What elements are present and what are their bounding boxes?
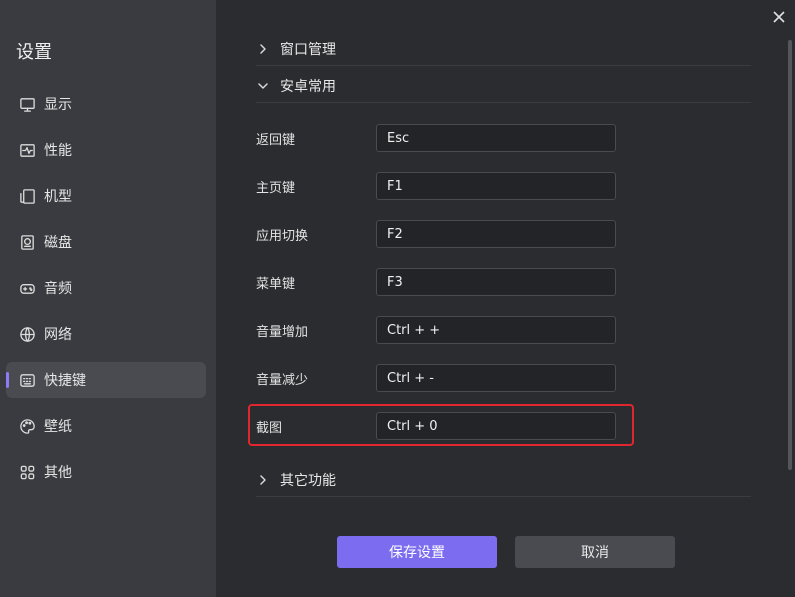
- sidebar-item-label: 网络: [44, 327, 72, 343]
- device-icon: [18, 187, 36, 205]
- shortcut-label: 返回键: [256, 133, 296, 148]
- activity-icon: [18, 141, 36, 159]
- shortcut-input-home[interactable]: [376, 172, 616, 200]
- close-icon: [773, 11, 785, 23]
- palette-icon: [18, 417, 36, 435]
- shortcut-label: 音量减少: [256, 373, 309, 388]
- sidebar-item-other[interactable]: 其他: [6, 454, 206, 490]
- section-title: 窗口管理: [280, 41, 336, 58]
- shortcut-input-volume-up[interactable]: [376, 316, 616, 344]
- shortcut-row-back: 返回键: [256, 124, 636, 152]
- section-other-features[interactable]: 其它功能: [256, 463, 751, 497]
- sidebar-item-label: 显示: [44, 97, 72, 113]
- shortcut-label: 菜单键: [256, 277, 296, 292]
- shortcut-input-menu[interactable]: [376, 268, 616, 296]
- shortcut-row-app-switch: 应用切换: [256, 220, 636, 248]
- scrollbar[interactable]: [788, 40, 792, 470]
- sidebar-item-wallpaper[interactable]: 壁纸: [6, 408, 206, 444]
- section-title: 其它功能: [280, 472, 336, 489]
- sidebar-item-network[interactable]: 网络: [6, 316, 206, 352]
- sidebar-item-disk[interactable]: 磁盘: [6, 224, 206, 260]
- shortcut-input-back[interactable]: [376, 124, 616, 152]
- sidebar-item-label: 性能: [44, 143, 72, 159]
- cancel-button[interactable]: 取消: [515, 536, 675, 568]
- globe-icon: [18, 325, 36, 343]
- save-button[interactable]: 保存设置: [337, 536, 497, 568]
- shortcut-row-volume-down: 音量减少: [256, 364, 636, 392]
- section-android-common[interactable]: 安卓常用: [256, 69, 751, 103]
- sidebar-item-label: 磁盘: [44, 235, 72, 251]
- sidebar-item-label: 机型: [44, 189, 72, 205]
- sidebar-title: 设置: [16, 42, 52, 63]
- sidebar-item-display[interactable]: 显示: [6, 86, 206, 122]
- monitor-icon: [18, 95, 36, 113]
- sidebar-item-label: 其他: [44, 465, 72, 481]
- sidebar-item-shortcuts[interactable]: 快捷键: [6, 362, 206, 398]
- close-button[interactable]: [770, 8, 788, 26]
- shortcut-label: 主页键: [256, 181, 296, 196]
- shortcut-input-volume-down[interactable]: [376, 364, 616, 392]
- disk-icon: [18, 233, 36, 251]
- sidebar-nav: 显示 性能 机型 磁盘 音频 网络 快捷键 壁纸 其他: [6, 86, 206, 500]
- sidebar: 设置 显示 性能 机型 磁盘 音频 网络 快捷键 壁纸 其他: [0, 0, 216, 597]
- shortcut-input-app-switch[interactable]: [376, 220, 616, 248]
- sidebar-item-model[interactable]: 机型: [6, 178, 206, 214]
- chevron-right-icon: [256, 42, 270, 56]
- shortcut-row-menu: 菜单键: [256, 268, 636, 296]
- sidebar-item-label: 音频: [44, 281, 72, 297]
- shortcut-label: 音量增加: [256, 325, 309, 340]
- chevron-right-icon: [256, 473, 270, 487]
- chevron-down-icon: [256, 79, 270, 93]
- shortcut-label: 截图: [256, 421, 283, 436]
- section-window-management[interactable]: 窗口管理: [256, 32, 751, 66]
- shortcut-input-screenshot[interactable]: [376, 412, 616, 440]
- keyboard-icon: [18, 371, 36, 389]
- shortcut-row-screenshot: 截图: [256, 412, 636, 440]
- shortcut-row-volume-up: 音量增加: [256, 316, 636, 344]
- section-title: 安卓常用: [280, 78, 336, 95]
- shortcut-label: 应用切换: [256, 229, 309, 244]
- sidebar-item-audio[interactable]: 音频: [6, 270, 206, 306]
- sidebar-item-label: 壁纸: [44, 419, 72, 435]
- sidebar-item-label: 快捷键: [44, 373, 86, 389]
- sidebar-item-performance[interactable]: 性能: [6, 132, 206, 168]
- shortcut-row-home: 主页键: [256, 172, 636, 200]
- grid-icon: [18, 463, 36, 481]
- gamepad-icon: [18, 279, 36, 297]
